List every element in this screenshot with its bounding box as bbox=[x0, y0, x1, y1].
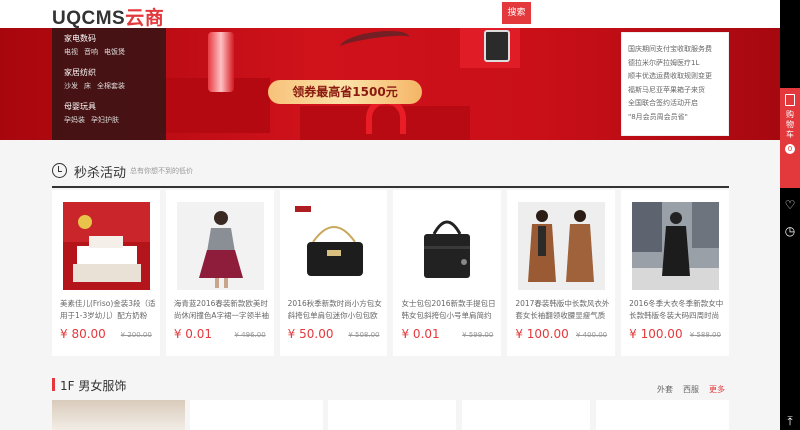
product-image[interactable] bbox=[632, 202, 720, 290]
product-name[interactable]: 美素佳儿(Friso)金装3段（适用于1-3岁幼儿）配方奶粉 京 bbox=[60, 298, 156, 322]
alarm-clock-icon bbox=[52, 163, 67, 178]
product-image[interactable] bbox=[404, 202, 492, 290]
page: UQCMS云商 搜索 领券最高省1500元 家电数码 电视 音响 电饭煲 家居纺… bbox=[0, 0, 800, 430]
news-item[interactable]: "8月会员周会员省" bbox=[628, 111, 722, 125]
heart-icon[interactable]: ♡ bbox=[783, 198, 797, 212]
category-links: 孕妈装 孕妇护肤 bbox=[64, 115, 154, 125]
product-price: ¥ 0.01 bbox=[401, 327, 440, 341]
floor-tabs: 外套 西服 更多 bbox=[657, 384, 725, 395]
product-card[interactable]: 海青蓝2016春装新款欧美时尚休闲撞色A字裙一字领半袖连衣 ¥ 0.01 ¥ 4… bbox=[165, 190, 274, 356]
cart-count-badge: 0 bbox=[785, 144, 795, 154]
product-original-price: ¥ 496.00 bbox=[234, 331, 266, 339]
product-image[interactable] bbox=[176, 202, 264, 290]
search-button[interactable]: 搜索 bbox=[502, 2, 531, 24]
more-link[interactable]: 更多 bbox=[709, 384, 725, 395]
product-name[interactable]: 女士包包2016新款手提包日韩女包斜挎包小号单肩简约质感 bbox=[401, 298, 497, 322]
shopping-bag-icon bbox=[785, 94, 795, 106]
floor-product-image[interactable] bbox=[328, 400, 456, 430]
category-link[interactable]: 电视 bbox=[64, 47, 78, 57]
category-title[interactable]: 家电数码 bbox=[64, 33, 154, 44]
logo-prefix: UQCMS bbox=[52, 8, 126, 29]
category-link[interactable]: 孕妇护肤 bbox=[91, 115, 119, 125]
product-price: ¥ 50.00 bbox=[287, 327, 334, 341]
floor-tab[interactable]: 西服 bbox=[683, 384, 699, 395]
product-image[interactable] bbox=[290, 202, 378, 290]
floor-tab[interactable]: 外套 bbox=[657, 384, 673, 395]
logo-suffix: 云商 bbox=[125, 8, 165, 29]
search-input[interactable] bbox=[250, 0, 502, 24]
floor-feature-image[interactable] bbox=[52, 400, 185, 430]
site-logo[interactable]: UQCMS云商 bbox=[52, 3, 164, 30]
category-link[interactable]: 电饭煲 bbox=[104, 47, 125, 57]
category-link[interactable]: 沙发 bbox=[64, 81, 78, 91]
floor-accent-bar bbox=[52, 378, 55, 391]
product-card[interactable]: 2017春装韩版中长款风衣外套女长袖翻领收腰显瘦气质双排 ¥ 100.00 ¥ … bbox=[507, 190, 616, 356]
category-link[interactable]: 孕妈装 bbox=[64, 115, 85, 125]
category-links: 电视 音响 电饭煲 bbox=[64, 47, 154, 57]
back-to-top-icon[interactable]: ⤒ bbox=[783, 414, 797, 428]
category-link[interactable]: 床 bbox=[84, 81, 91, 91]
top-header: UQCMS云商 搜索 bbox=[0, 0, 780, 30]
product-price: ¥ 100.00 bbox=[629, 327, 683, 341]
category-link[interactable]: 音响 bbox=[84, 47, 98, 57]
seckill-title: 秒杀活动 bbox=[74, 166, 127, 181]
banner-phone-image bbox=[484, 30, 510, 62]
category-menu: 家电数码 电视 音响 电饭煲 家居纺织 沙发 床 全棉套装 母婴玩具 孕妈装 孕… bbox=[52, 28, 166, 140]
product-price: ¥ 80.00 bbox=[60, 327, 106, 341]
floor-product-image[interactable] bbox=[190, 400, 323, 430]
product-original-price: ¥ 599.00 bbox=[462, 331, 494, 339]
product-name[interactable]: 2016冬季大衣冬季新款女中长款韩版冬装大码四周时尚毛 bbox=[629, 298, 725, 322]
news-item[interactable]: 国庆期间支付宝收取服务费 bbox=[628, 43, 722, 57]
cart-button[interactable]: 购物车 0 bbox=[780, 88, 800, 188]
cart-label: 购物车 bbox=[786, 110, 794, 139]
floor-header: 1F 男女服饰 外套 西服 更多 bbox=[52, 376, 729, 394]
product-card[interactable]: 2016冬季大衣冬季新款女中长款韩版冬装大码四周时尚毛 ¥ 100.00 ¥ 5… bbox=[621, 190, 729, 356]
news-panel: 国庆期间支付宝收取服务费 德拉米尔萨拉姆医疗1L 顺丰优选运费收取规则变更 福斯… bbox=[621, 32, 729, 136]
category-links: 沙发 床 全棉套装 bbox=[64, 81, 154, 91]
banner-product-image bbox=[208, 32, 234, 92]
product-image[interactable] bbox=[518, 202, 606, 290]
category-link[interactable]: 全棉套装 bbox=[97, 81, 125, 91]
banner-calligraphy bbox=[338, 28, 412, 57]
floor-title: 1F 男女服饰 bbox=[60, 379, 127, 393]
product-name[interactable]: 2017春装韩版中长款风衣外套女长袖翻领收腰显瘦气质双排 bbox=[515, 298, 611, 322]
news-item[interactable]: 顺丰优选运费收取规则变更 bbox=[628, 70, 722, 84]
floor-product-image[interactable] bbox=[462, 400, 590, 430]
floor-product-image[interactable] bbox=[596, 400, 729, 430]
product-name[interactable]: 2016秋季新款时尚小方包女斜挎包单肩包迷你小包包欧美百 bbox=[288, 298, 384, 322]
right-toolbar bbox=[780, 0, 800, 430]
category-title[interactable]: 母婴玩具 bbox=[64, 101, 154, 112]
seckill-product-list: 美素佳儿(Friso)金装3段（适用于1-3岁幼儿）配方奶粉 京 ¥ 80.00… bbox=[52, 190, 729, 356]
news-item[interactable]: 全国联合签约活动开启 bbox=[628, 97, 722, 111]
product-image[interactable] bbox=[63, 202, 150, 290]
product-card[interactable]: 2016秋季新款时尚小方包女斜挎包单肩包迷你小包包欧美百 ¥ 50.00 ¥ 5… bbox=[279, 190, 388, 356]
product-price: ¥ 100.00 bbox=[515, 327, 569, 341]
product-price: ¥ 0.01 bbox=[173, 327, 212, 341]
news-item[interactable]: 德拉米尔萨拉姆医疗1L bbox=[628, 57, 722, 71]
floor-product-row bbox=[52, 400, 729, 430]
product-original-price: ¥ 200.00 bbox=[120, 331, 152, 339]
product-original-price: ¥ 588.00 bbox=[689, 331, 721, 339]
product-card[interactable]: 美素佳儿(Friso)金装3段（适用于1-3岁幼儿）配方奶粉 京 ¥ 80.00… bbox=[52, 190, 160, 356]
seckill-header: 秒杀活动 总有你想不到的低价 bbox=[52, 160, 729, 188]
history-clock-icon[interactable]: ◷ bbox=[783, 224, 797, 238]
product-original-price: ¥ 508.00 bbox=[348, 331, 380, 339]
category-title[interactable]: 家居纺织 bbox=[64, 67, 154, 78]
news-item[interactable]: 福斯马尼亚苹果箱子来货 bbox=[628, 84, 722, 98]
seckill-subtitle: 总有你想不到的低价 bbox=[130, 167, 193, 175]
product-original-price: ¥ 400.00 bbox=[575, 331, 608, 339]
banner-coupon-text: 领券最高省1500元 bbox=[268, 80, 422, 104]
product-card[interactable]: 女士包包2016新款手提包日韩女包斜挎包小号单肩简约质感 ¥ 0.01 ¥ 59… bbox=[393, 190, 502, 356]
product-name[interactable]: 海青蓝2016春装新款欧美时尚休闲撞色A字裙一字领半袖连衣 bbox=[174, 298, 270, 322]
